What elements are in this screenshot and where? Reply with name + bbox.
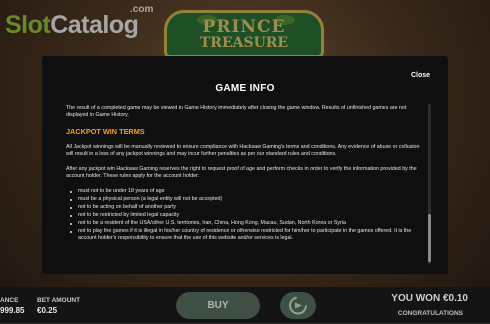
autoplay-icon	[289, 296, 307, 315]
balance-label: ANCE	[0, 297, 19, 304]
rules-list: must not to be under 18 years of age mus…	[66, 188, 422, 242]
close-button[interactable]: Close	[411, 72, 430, 79]
autoplay-button[interactable]	[280, 292, 316, 319]
scrollbar[interactable]	[428, 104, 431, 264]
jackpot-proof-text: After any jackpot win Hacksaw Gaming res…	[66, 166, 417, 179]
list-item: not to be acting on behalf of another pa…	[70, 204, 422, 211]
game-info-modal: GAME INFO Close The result of a complete…	[42, 56, 448, 274]
list-item: must be a physical person (a legal entit…	[70, 196, 422, 203]
list-item: must not to be under 18 years of age	[70, 188, 422, 195]
list-item: not to play the games if it is illegal i…	[70, 228, 422, 242]
buy-button[interactable]: BUY	[176, 292, 260, 319]
section-heading: JACKPOT WIN TERMS	[66, 127, 145, 136]
modal-content[interactable]: The result of a completed game may be vi…	[66, 105, 422, 265]
scrollbar-thumb[interactable]	[428, 214, 431, 262]
bet-amount-value[interactable]: €0.25	[37, 306, 57, 315]
congratulations-text: CONGRATULATIONS	[397, 310, 463, 317]
balance-value: 999.85	[0, 306, 25, 315]
bet-amount-label: BET AMOUNT	[37, 297, 81, 304]
jackpot-review-text: All Jackpot winnings will be manually re…	[66, 144, 420, 157]
intro-text: The result of a completed game may be vi…	[66, 105, 407, 118]
modal-title: GAME INFO	[215, 83, 275, 94]
win-amount: YOU WON €0.10	[391, 293, 468, 304]
list-item: not to be restricted by limited legal ca…	[70, 212, 422, 219]
list-item: not to be a resident of the USA/other U.…	[70, 220, 422, 227]
